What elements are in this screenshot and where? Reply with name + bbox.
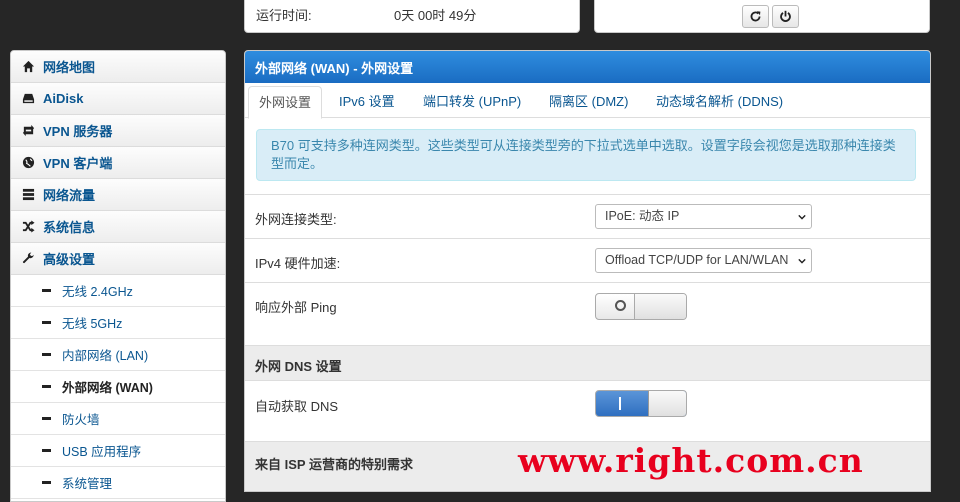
dns-section-header: 外网 DNS 设置 bbox=[245, 345, 930, 381]
sidebar-item-traffic[interactable]: 网络流量 bbox=[11, 179, 225, 211]
dash-icon bbox=[42, 481, 51, 484]
wan-settings-panel: 外部网络 (WAN) - 外网设置 外网设置 IPv6 设置 端口转发 (UPn… bbox=[244, 50, 931, 492]
sidebar-item-label: AiDisk bbox=[43, 91, 84, 106]
sidebar-subitem-label: 外部网络 (WAN) bbox=[62, 381, 153, 395]
sidebar-subitem-label: 系统管理 bbox=[62, 477, 113, 491]
retweet-icon bbox=[21, 124, 35, 138]
sidebar-subitem-label: USB 应用程序 bbox=[62, 445, 142, 459]
dns-section-title: 外网 DNS 设置 bbox=[255, 359, 342, 374]
info-alert: B70 可支持多种连网类型。这些类型可从连接类型旁的下拉式选单中选取。设置字段会… bbox=[256, 129, 916, 181]
sidebar-subitem-wan[interactable]: 外部网络 (WAN) bbox=[11, 371, 225, 403]
sidebar-subitem-firewall[interactable]: 防火墙 bbox=[11, 403, 225, 435]
sidebar-item-label: VPN 服务器 bbox=[43, 124, 113, 139]
uptime-box: 运行时间: 0天 00时 49分 bbox=[244, 0, 580, 33]
sidebar-subitem-label: 内部网络 (LAN) bbox=[62, 349, 149, 363]
watermark-text: www.right.com.cn bbox=[518, 441, 864, 480]
off-circle-icon bbox=[615, 300, 626, 311]
power-icon bbox=[780, 10, 791, 22]
tab-ddns[interactable]: 动态域名解析 (DDNS) bbox=[656, 86, 783, 117]
tab-bar: 外网设置 IPv6 设置 端口转发 (UPnP) 隔离区 (DMZ) 动态域名解… bbox=[245, 83, 930, 119]
toggle-knob bbox=[634, 294, 686, 319]
tab-port-forward[interactable]: 端口转发 (UPnP) bbox=[423, 86, 521, 117]
chevron-down-icon bbox=[798, 214, 806, 220]
isp-section-title: 来自 ISP 运营商的特别需求 bbox=[255, 457, 413, 472]
sidebar-subitem-usb[interactable]: USB 应用程序 bbox=[11, 435, 225, 467]
home-icon bbox=[21, 60, 35, 74]
hw-accel-row: IPv4 硬件加速: Offload TCP/UDP for LAN/WLAN bbox=[245, 238, 930, 283]
sidebar-item-advanced[interactable]: 高级设置 bbox=[11, 243, 225, 275]
auto-dns-label: 自动获取 DNS bbox=[255, 399, 339, 414]
dash-icon bbox=[42, 385, 51, 388]
sidebar-subitem-wireless-5[interactable]: 无线 5GHz bbox=[11, 307, 225, 339]
sidebar-subitem-wireless-24[interactable]: 无线 2.4GHz bbox=[11, 275, 225, 307]
sidebar-item-network-map[interactable]: 网络地图 bbox=[11, 51, 225, 83]
tab-dmz[interactable]: 隔离区 (DMZ) bbox=[549, 86, 628, 117]
tab-ipv6[interactable]: IPv6 设置 bbox=[339, 86, 395, 117]
ping-label: 响应外部 Ping bbox=[255, 300, 337, 315]
wan-type-label: 外网连接类型: bbox=[255, 212, 337, 227]
dash-icon bbox=[42, 353, 51, 356]
sidebar-subitem-label: 无线 2.4GHz bbox=[62, 285, 133, 299]
sidebar-menu: 网络地图 AiDisk VPN 服务器 VPN 客户端 网络流量 系统信息 高级… bbox=[10, 50, 226, 502]
ping-toggle[interactable] bbox=[595, 293, 687, 320]
sidebar-subitem-label: 防火墙 bbox=[62, 413, 100, 427]
wan-type-row: 外网连接类型: IPoE: 动态 IP bbox=[245, 194, 930, 239]
hw-accel-value: Offload TCP/UDP for LAN/WLAN bbox=[605, 253, 789, 267]
dash-icon bbox=[42, 321, 51, 324]
hw-accel-select[interactable]: Offload TCP/UDP for LAN/WLAN bbox=[595, 248, 812, 273]
chevron-down-icon bbox=[798, 257, 806, 265]
ping-row: 响应外部 Ping bbox=[245, 282, 930, 346]
sidebar-item-label: VPN 客户端 bbox=[43, 156, 113, 171]
auto-dns-toggle[interactable] bbox=[595, 390, 687, 417]
dash-icon bbox=[42, 449, 51, 452]
sidebar-item-vpn-server[interactable]: VPN 服务器 bbox=[11, 115, 225, 147]
reboot-button[interactable] bbox=[742, 5, 769, 28]
tab-wan-settings[interactable]: 外网设置 bbox=[248, 86, 323, 119]
hdd-icon bbox=[21, 92, 35, 106]
on-bar-icon bbox=[619, 397, 621, 410]
sidebar-item-vpn-client[interactable]: VPN 客户端 bbox=[11, 147, 225, 179]
dash-icon bbox=[42, 417, 51, 420]
auto-dns-row: 自动获取 DNS bbox=[245, 380, 930, 442]
sidebar-item-label: 网络流量 bbox=[43, 188, 96, 203]
dash-icon bbox=[42, 289, 51, 292]
random-icon bbox=[21, 220, 35, 234]
toggle-knob bbox=[648, 391, 686, 416]
sidebar-subitem-label: 无线 5GHz bbox=[62, 317, 123, 331]
globe-icon bbox=[21, 156, 35, 170]
shutdown-button[interactable] bbox=[772, 5, 799, 28]
wrench-icon bbox=[21, 252, 35, 266]
refresh-icon bbox=[750, 11, 761, 22]
sidebar-subitem-admin[interactable]: 系统管理 bbox=[11, 467, 225, 499]
panel-title: 外部网络 (WAN) - 外网设置 bbox=[245, 51, 930, 83]
uptime-label: 运行时间: bbox=[256, 8, 312, 23]
sidebar-item-system-info[interactable]: 系统信息 bbox=[11, 211, 225, 243]
sidebar-item-label: 高级设置 bbox=[43, 252, 96, 267]
sidebar-item-aidisk[interactable]: AiDisk bbox=[11, 83, 225, 115]
system-actions-box bbox=[594, 0, 930, 33]
sidebar-item-label: 网络地图 bbox=[43, 60, 96, 75]
wan-type-value: IPoE: 动态 IP bbox=[605, 209, 680, 223]
sidebar-item-label: 系统信息 bbox=[43, 220, 96, 235]
list-icon bbox=[21, 188, 35, 202]
hw-accel-label: IPv4 硬件加速: bbox=[255, 256, 341, 271]
uptime-value: 0天 00时 49分 bbox=[394, 8, 477, 23]
sidebar-subitem-lan[interactable]: 内部网络 (LAN) bbox=[11, 339, 225, 371]
wan-type-select[interactable]: IPoE: 动态 IP bbox=[595, 204, 812, 229]
